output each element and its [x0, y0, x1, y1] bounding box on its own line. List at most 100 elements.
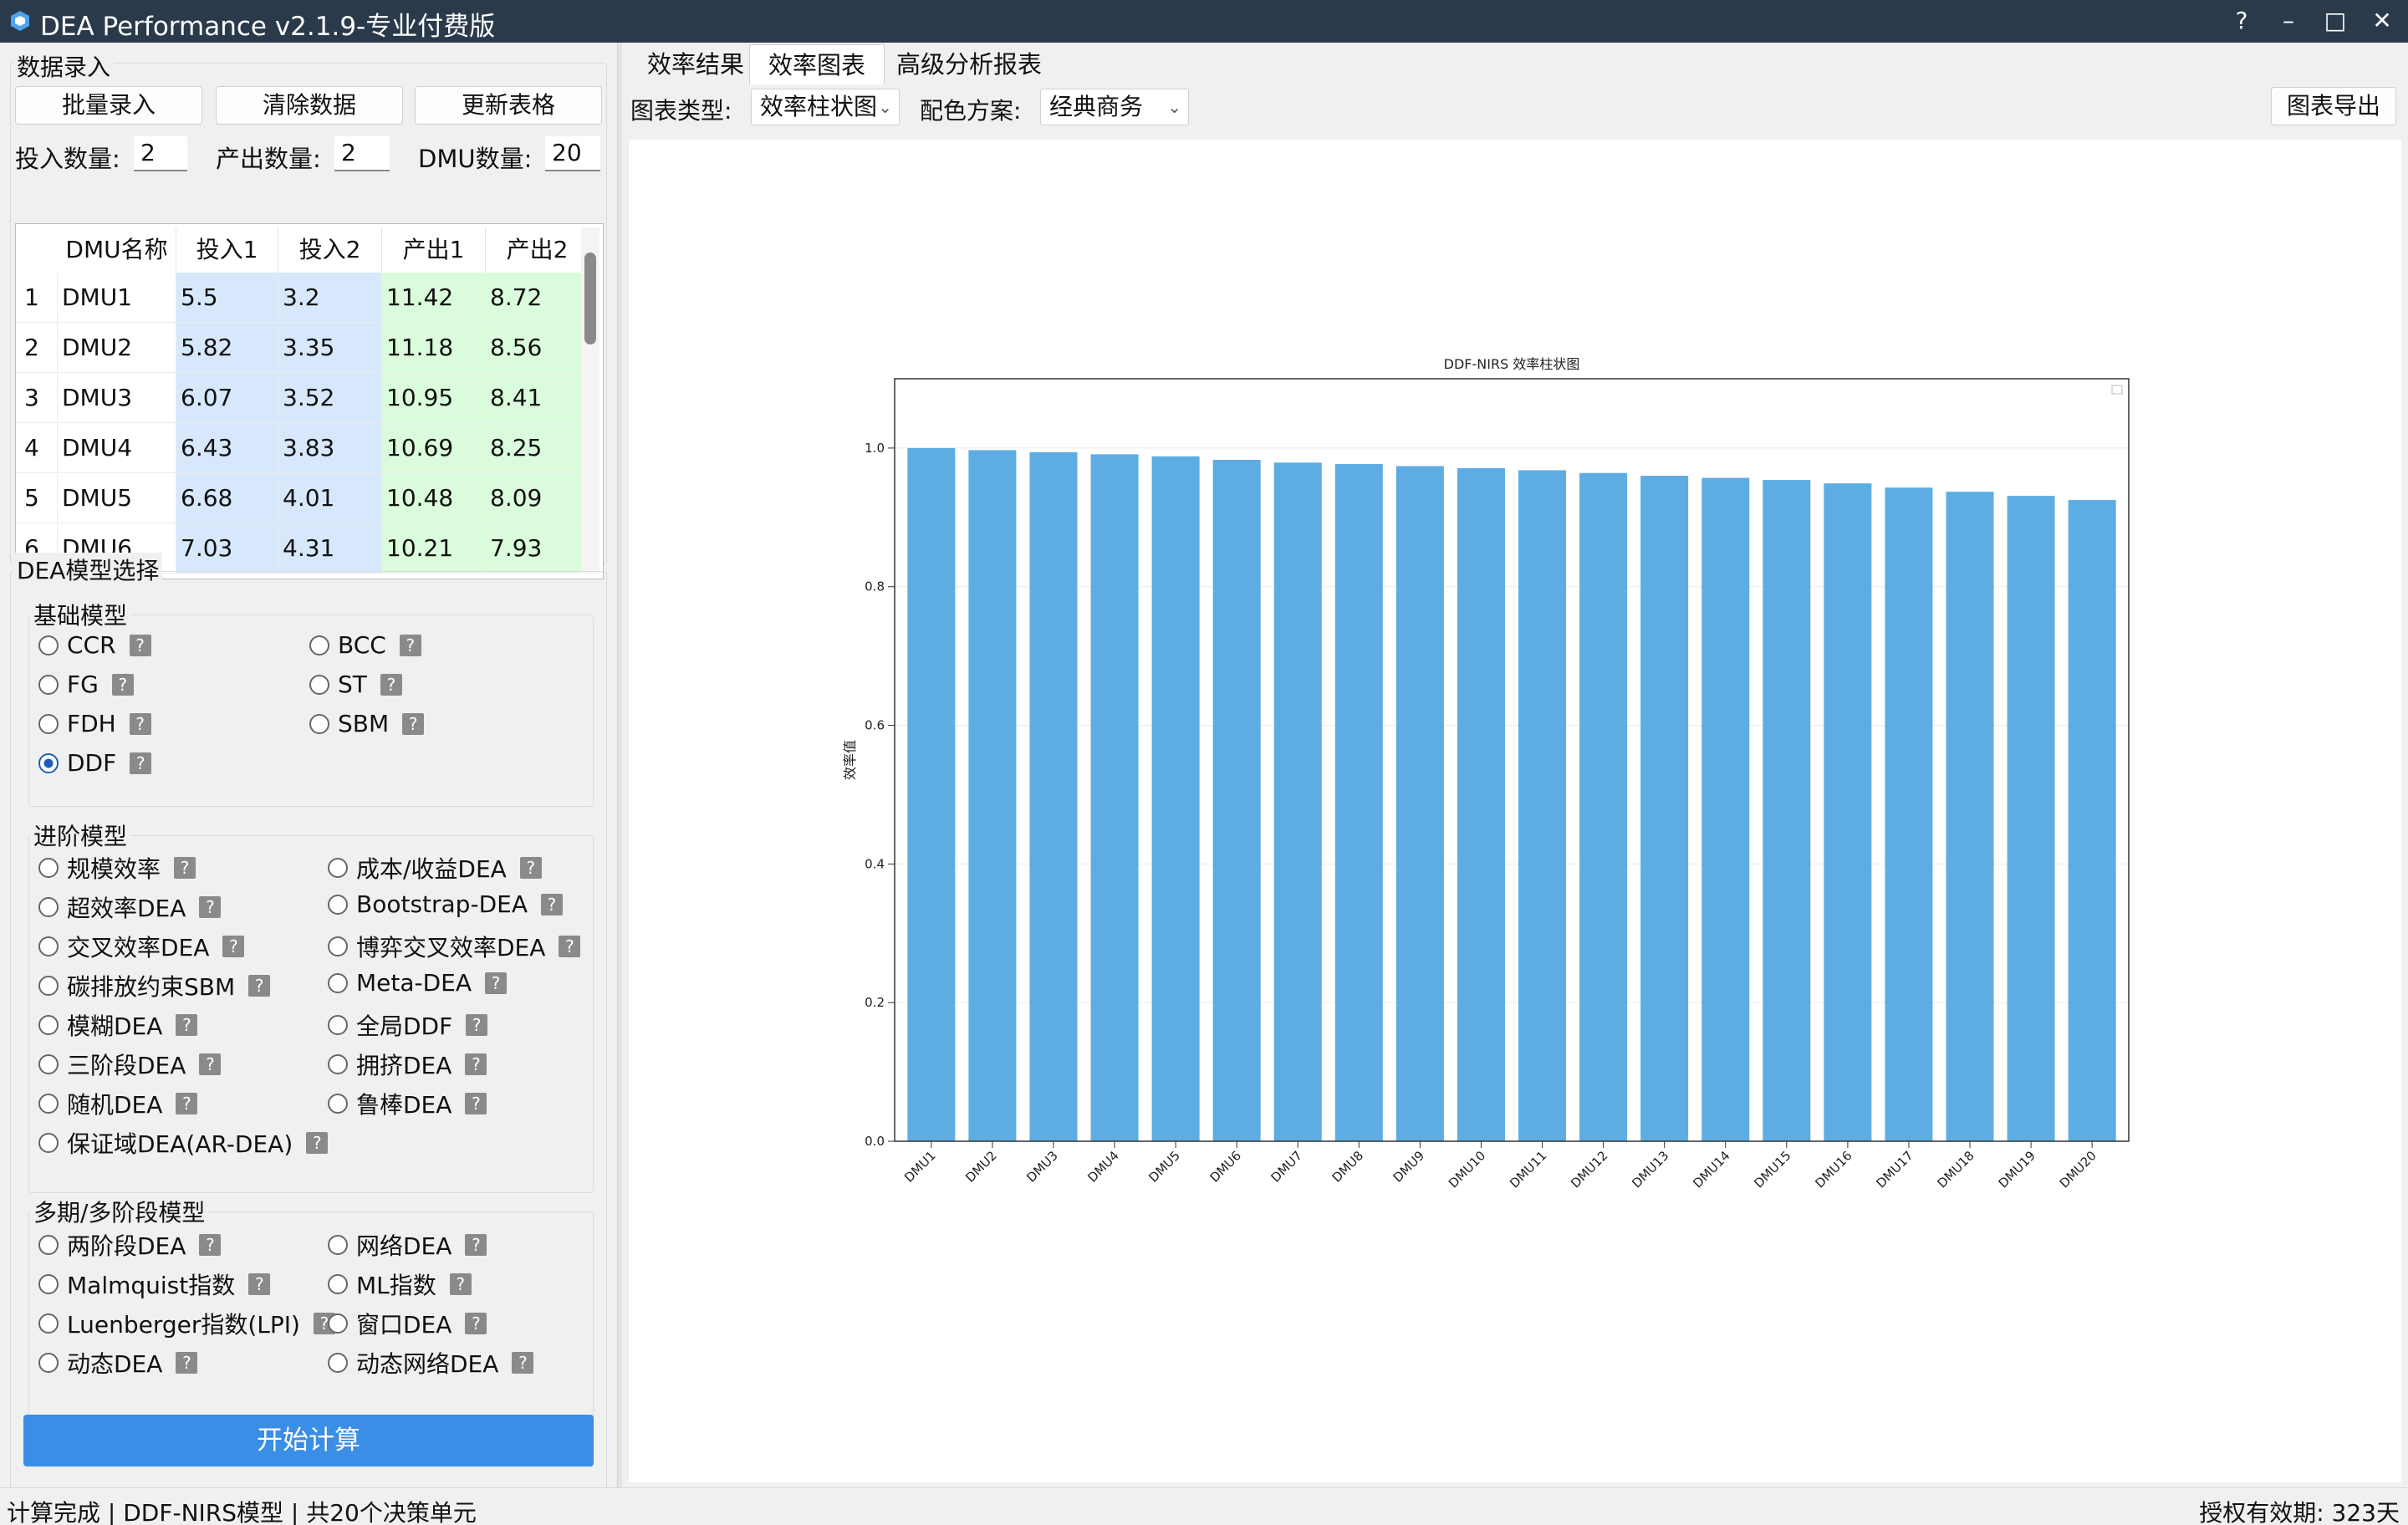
- help-icon[interactable]: ?: [485, 972, 508, 994]
- table-scrollbar-thumb[interactable]: [584, 252, 596, 344]
- table-row[interactable]: 2 DMU2 5.82 3.35 11.18 8.56: [16, 323, 589, 373]
- radio-option[interactable]: Meta-DEA?: [328, 969, 508, 997]
- help-icon[interactable]: ?: [402, 712, 425, 735]
- cell-dmu-name[interactable]: DMU1: [58, 273, 176, 323]
- row-number[interactable]: 5: [16, 473, 58, 523]
- radio-label[interactable]: 超效率DEA: [67, 890, 186, 924]
- radio-button[interactable]: [38, 713, 59, 734]
- radio-label[interactable]: Luenberger指数(LPI): [67, 1307, 300, 1340]
- radio-label[interactable]: CCR: [67, 631, 116, 659]
- radio-button[interactable]: [38, 1274, 59, 1294]
- radio-option[interactable]: 保证域DEA(AR-DEA)?: [38, 1126, 329, 1160]
- radio-label[interactable]: 模糊DEA: [67, 1008, 162, 1042]
- cell-output1[interactable]: 11.42: [382, 273, 486, 323]
- radio-option[interactable]: FDH?: [38, 710, 151, 737]
- help-icon[interactable]: ?: [199, 1053, 222, 1075]
- row-number[interactable]: 2: [16, 323, 58, 373]
- radio-label[interactable]: 拥挤DEA: [356, 1048, 452, 1081]
- table-row[interactable]: 4 DMU4 6.43 3.83 10.69 8.25: [16, 423, 589, 473]
- radio-option[interactable]: 三阶段DEA?: [38, 1048, 222, 1081]
- radio-option[interactable]: 随机DEA?: [38, 1087, 198, 1120]
- radio-label[interactable]: 全局DDF: [356, 1008, 452, 1042]
- update-table-button[interactable]: 更新表格: [415, 86, 602, 125]
- radio-button[interactable]: [38, 1094, 59, 1114]
- help-icon[interactable]: ?: [380, 673, 402, 696]
- cell-input1[interactable]: 6.68: [176, 473, 278, 523]
- cell-input1[interactable]: 7.03: [176, 523, 278, 574]
- radio-button[interactable]: [38, 1353, 59, 1373]
- cell-input2[interactable]: 3.35: [278, 323, 382, 373]
- radio-button[interactable]: [328, 1054, 348, 1074]
- help-icon[interactable]: ?: [512, 1352, 534, 1374]
- tab-efficiency-results[interactable]: 效率结果: [629, 44, 763, 84]
- cell-output2[interactable]: 8.41: [486, 373, 589, 423]
- dmu-count-field[interactable]: 20: [545, 136, 600, 171]
- help-icon[interactable]: ?: [248, 1273, 271, 1295]
- radio-option[interactable]: 两阶段DEA?: [38, 1228, 222, 1262]
- radio-option[interactable]: 动态网络DEA?: [328, 1346, 534, 1380]
- help-icon[interactable]: ?: [248, 975, 271, 997]
- cell-output2[interactable]: 8.56: [486, 323, 589, 373]
- radio-option[interactable]: 成本/收益DEA?: [328, 851, 542, 885]
- input-count-field[interactable]: 2: [134, 136, 187, 171]
- cell-input1[interactable]: 6.43: [176, 423, 278, 473]
- col-header-input1[interactable]: 投入1: [176, 227, 278, 273]
- radio-label[interactable]: Bootstrap-DEA: [356, 890, 528, 918]
- close-button[interactable]: ✕: [2360, 3, 2405, 38]
- col-header-output2[interactable]: 产出2: [486, 227, 589, 273]
- help-icon[interactable]: ?: [449, 1273, 472, 1295]
- radio-button[interactable]: [328, 1274, 348, 1294]
- help-icon[interactable]: ?: [465, 1313, 487, 1334]
- cell-input2[interactable]: 4.01: [278, 473, 382, 523]
- cell-input2[interactable]: 4.31: [278, 523, 382, 574]
- radio-label[interactable]: 动态网络DEA: [356, 1346, 498, 1380]
- radio-button[interactable]: [328, 1235, 348, 1255]
- radio-option[interactable]: CCR?: [38, 631, 151, 659]
- help-icon[interactable]: ?: [129, 634, 151, 656]
- help-icon[interactable]: ?: [222, 936, 245, 957]
- row-number[interactable]: 1: [16, 273, 58, 323]
- radio-button[interactable]: [38, 1235, 59, 1255]
- radio-option[interactable]: 拥挤DEA?: [328, 1048, 487, 1081]
- radio-option[interactable]: Bootstrap-DEA?: [328, 890, 563, 918]
- cell-input1[interactable]: 6.07: [176, 373, 278, 423]
- radio-label[interactable]: 两阶段DEA: [67, 1228, 186, 1262]
- help-icon[interactable]: ?: [176, 1093, 198, 1114]
- radio-button[interactable]: [38, 752, 59, 773]
- help-icon[interactable]: ?: [129, 712, 151, 735]
- batch-input-button[interactable]: 批量录入: [15, 86, 202, 125]
- radio-label[interactable]: 三阶段DEA: [67, 1048, 186, 1081]
- help-button[interactable]: ?: [2219, 3, 2264, 38]
- help-icon[interactable]: ?: [540, 893, 563, 916]
- col-header-input2[interactable]: 投入2: [278, 227, 382, 273]
- start-calculation-button[interactable]: 开始计算: [23, 1415, 594, 1466]
- cell-output1[interactable]: 10.95: [382, 373, 486, 423]
- radio-option[interactable]: ML指数?: [328, 1267, 472, 1301]
- cell-input2[interactable]: 3.52: [278, 373, 382, 423]
- tab-advanced-report[interactable]: 高级分析报表: [878, 44, 1060, 84]
- row-number[interactable]: 3: [16, 373, 58, 423]
- help-icon[interactable]: ?: [465, 1093, 487, 1114]
- tab-efficiency-chart[interactable]: 效率图表: [749, 44, 885, 84]
- help-icon[interactable]: ?: [306, 1132, 329, 1154]
- help-icon[interactable]: ?: [130, 752, 152, 774]
- radio-button[interactable]: [38, 1313, 59, 1334]
- cell-dmu-name[interactable]: DMU2: [58, 323, 176, 373]
- radio-label[interactable]: 博弈交叉效率DEA: [356, 930, 545, 963]
- radio-label[interactable]: 保证域DEA(AR-DEA): [67, 1126, 293, 1160]
- radio-option[interactable]: 窗口DEA?: [328, 1307, 487, 1340]
- export-chart-button[interactable]: 图表导出: [2271, 87, 2396, 125]
- radio-button[interactable]: [309, 635, 329, 655]
- output-count-field[interactable]: 2: [334, 136, 390, 171]
- radio-button[interactable]: [328, 1313, 348, 1334]
- radio-button[interactable]: [38, 635, 59, 655]
- radio-option[interactable]: DDF?: [38, 749, 152, 777]
- radio-option[interactable]: 超效率DEA?: [38, 890, 222, 924]
- radio-label[interactable]: 鲁棒DEA: [356, 1087, 452, 1120]
- radio-option[interactable]: 模糊DEA?: [38, 1008, 198, 1042]
- help-icon[interactable]: ?: [465, 1053, 487, 1075]
- radio-button[interactable]: [328, 858, 348, 878]
- radio-option[interactable]: 全局DDF?: [328, 1008, 488, 1042]
- radio-button[interactable]: [328, 972, 348, 993]
- cell-output1[interactable]: 10.48: [382, 473, 486, 523]
